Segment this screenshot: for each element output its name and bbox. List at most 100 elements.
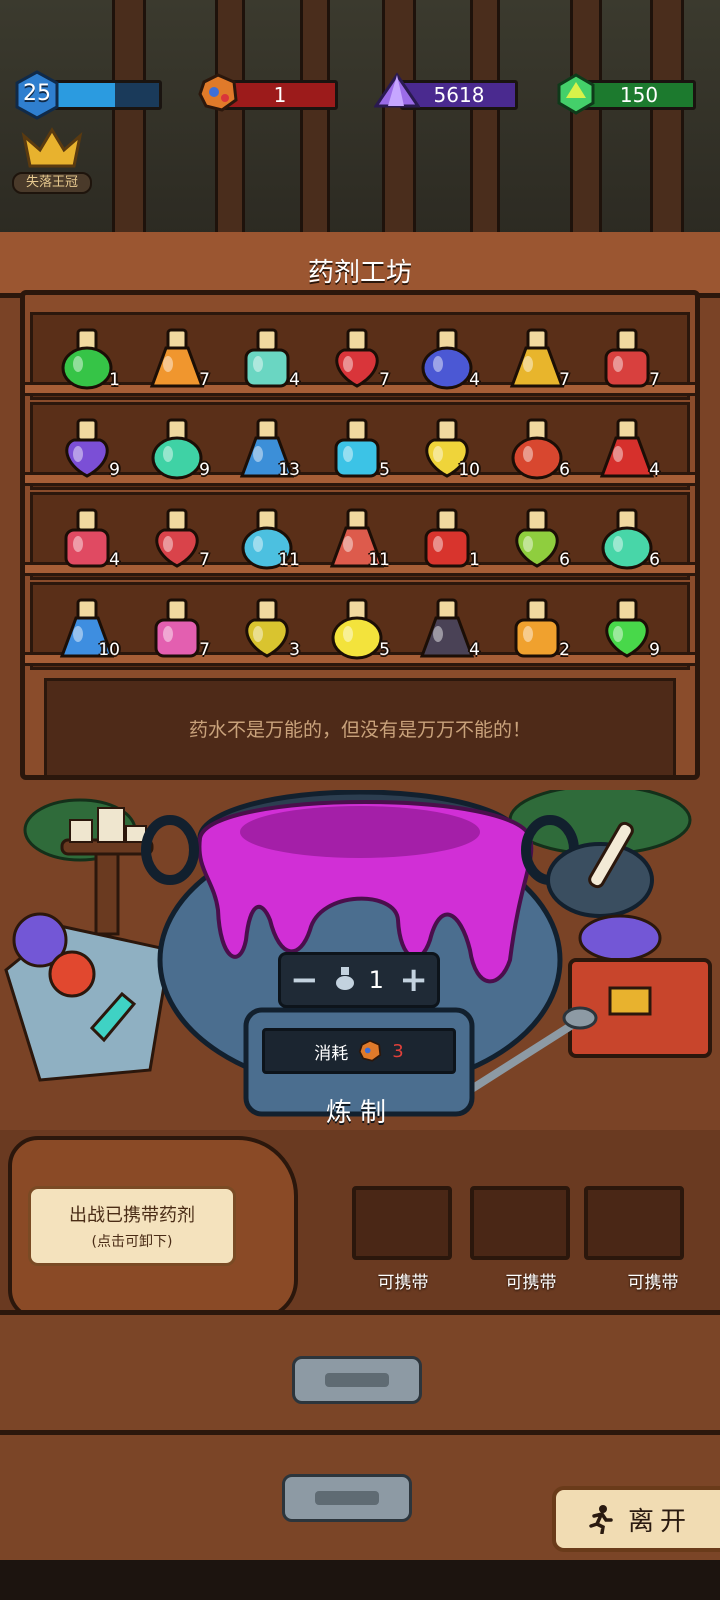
leave-label: 离开	[627, 1506, 692, 1537]
potion-slot[interactable]: 6	[502, 494, 572, 570]
potion-slot[interactable]: 7	[502, 314, 572, 390]
potion-slot[interactable]: 5	[322, 404, 392, 480]
potion-slot[interactable]: 11	[322, 494, 392, 570]
potion-slot[interactable]: 9	[592, 584, 662, 660]
potion-slot[interactable]: 7	[142, 584, 212, 660]
potion-slot[interactable]: 11	[232, 494, 302, 570]
cost-value: 3	[392, 1040, 404, 1062]
ore-bar[interactable]: 1	[222, 80, 338, 110]
potion-count: 10	[458, 460, 480, 480]
crown-label: 失落王冠	[12, 172, 92, 194]
potion-count: 1	[109, 370, 120, 390]
tree-trunk	[650, 0, 684, 240]
potion-slot[interactable]: 6	[502, 404, 572, 480]
potion-slot[interactable]: 10	[52, 584, 122, 660]
message-text: 药水不是万能的，但没有是万万不能的！	[188, 718, 531, 741]
flask-icon	[334, 965, 356, 995]
tree-trunk	[300, 0, 330, 240]
crystal-icon	[373, 72, 421, 116]
potion-slot[interactable]: 7	[322, 314, 392, 390]
tree-trunk	[382, 0, 416, 240]
potion-slot[interactable]: 9	[142, 404, 212, 480]
potion-slot[interactable]: 10	[412, 404, 482, 480]
tree-trunk	[215, 0, 245, 240]
quantity-value: 1	[368, 966, 384, 994]
potion-count: 7	[199, 640, 210, 660]
tree-trunk	[470, 0, 500, 240]
forest-background	[0, 0, 720, 240]
carried-potions-note[interactable]: 出战已携带药剂 (点击可卸下)	[28, 1186, 236, 1266]
xp-bar	[52, 80, 162, 110]
carry-slot-3[interactable]	[584, 1186, 684, 1260]
potion-count: 13	[278, 460, 300, 480]
potion-count: 4	[649, 460, 660, 480]
potion-slot[interactable]: 4	[412, 584, 482, 660]
potion-count: 4	[469, 370, 480, 390]
potion-count: 7	[199, 550, 210, 570]
potion-count: 5	[379, 460, 390, 480]
potion-slot[interactable]: 4	[232, 314, 302, 390]
potion-slot[interactable]: 4	[592, 404, 662, 480]
carry-slot-label: 可携带	[627, 1273, 679, 1293]
carry-slot-1[interactable]	[352, 1186, 452, 1260]
ore-icon	[198, 72, 238, 118]
potion-count: 11	[278, 550, 300, 570]
message-box: 药水不是万能的，但没有是万万不能的！	[44, 678, 676, 778]
page-title: 药剂工坊	[307, 258, 412, 288]
gem-value: 150	[619, 83, 659, 107]
potion-slot[interactable]: 3	[232, 584, 302, 660]
level-badge[interactable]: 25	[14, 70, 60, 120]
potion-count: 9	[649, 640, 660, 660]
gem-icon	[556, 72, 596, 120]
potion-slot[interactable]: 4	[52, 494, 122, 570]
potion-slot[interactable]: 2	[502, 584, 572, 660]
potion-count: 4	[469, 640, 480, 660]
gem-bar[interactable]: 150	[582, 80, 696, 110]
tree-trunk	[112, 0, 146, 240]
potion-slot[interactable]: 7	[592, 314, 662, 390]
candle-icon	[69, 819, 93, 843]
potion-slot[interactable]: 5	[322, 584, 392, 660]
potion-slot[interactable]: 7	[142, 494, 212, 570]
potion-count: 6	[559, 550, 570, 570]
xp-bar-fill	[55, 83, 116, 107]
drawer-handle-icon	[282, 1474, 412, 1522]
carried-note-main: 出战已携带药剂	[69, 1205, 195, 1226]
potion-slot[interactable]: 9	[52, 404, 122, 480]
potion-count: 4	[109, 550, 120, 570]
potion-count: 9	[109, 460, 120, 480]
potion-count: 7	[649, 370, 660, 390]
potion-count: 5	[379, 640, 390, 660]
cost-display: 消耗 3	[262, 1028, 456, 1074]
bottom-strip	[0, 1560, 720, 1600]
potion-slot[interactable]: 1	[52, 314, 122, 390]
quantity-stepper[interactable]: − 1 +	[278, 952, 440, 1008]
potion-slot[interactable]: 4	[412, 314, 482, 390]
cost-label: 消耗	[314, 1043, 349, 1064]
potion-count: 2	[559, 640, 570, 660]
level-value: 25	[23, 81, 51, 106]
increase-button[interactable]: +	[397, 960, 431, 1000]
potion-slot[interactable]: 1	[412, 494, 482, 570]
potion-count: 3	[289, 640, 300, 660]
potion-slot[interactable]: 6	[592, 494, 662, 570]
potion-slot[interactable]: 13	[232, 404, 302, 480]
potion-count: 4	[289, 370, 300, 390]
potion-count: 7	[559, 370, 570, 390]
carry-slot-2[interactable]	[470, 1186, 570, 1260]
carry-slot-label: 可携带	[377, 1273, 429, 1293]
carried-note-sub: (点击可卸下)	[91, 1234, 173, 1250]
potion-slot[interactable]: 7	[142, 314, 212, 390]
decrease-button[interactable]: −	[287, 960, 321, 1000]
lost-crown-button[interactable]: 失落王冠	[12, 126, 92, 198]
crown-icon	[21, 127, 83, 168]
brew-button[interactable]: 炼制	[286, 1086, 434, 1134]
leave-button[interactable]: 离开	[552, 1486, 720, 1552]
potion-count: 1	[469, 550, 480, 570]
potion-count: 10	[98, 640, 120, 660]
carry-slot-label: 可携带	[505, 1273, 557, 1293]
potion-count: 11	[368, 550, 390, 570]
drawer-handle-icon	[292, 1356, 422, 1404]
potion-count: 6	[559, 460, 570, 480]
candle-icon	[97, 807, 125, 843]
